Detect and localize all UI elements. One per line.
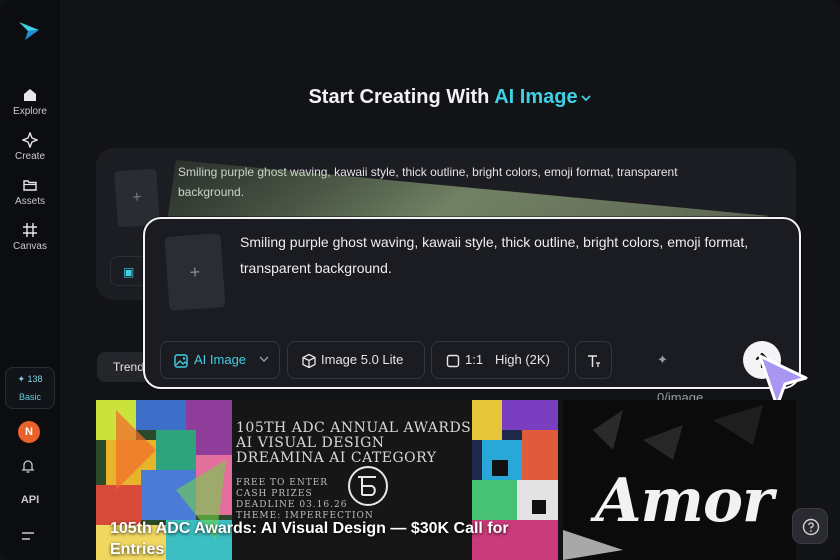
- logo-icon[interactable]: [17, 18, 41, 42]
- chevron-down-icon[interactable]: [580, 93, 592, 103]
- help-button[interactable]: [792, 508, 828, 544]
- page-title: Start Creating With AI Image: [60, 86, 840, 109]
- bell-icon[interactable]: [20, 458, 36, 474]
- sparkle-icon: [22, 132, 38, 148]
- banner-line-3: DREAMINA AI CATEGORY: [236, 450, 437, 466]
- text-icon: [588, 355, 600, 367]
- banner-title: Amor: [595, 466, 774, 536]
- sidebar-item-explore[interactable]: Explore: [0, 87, 60, 117]
- banner-small-2: CASH PRIZES: [236, 489, 313, 499]
- amor-banner[interactable]: Amor: [563, 400, 796, 560]
- app-frame: Explore Create Assets Canvas ✦ 138 Basic…: [0, 0, 840, 560]
- type-select[interactable]: AI Image: [160, 341, 280, 379]
- quality-label: High (2K): [495, 352, 550, 367]
- text-format-button[interactable]: [575, 341, 612, 379]
- sidebar-item-label: Assets: [14, 196, 45, 207]
- prompt-card-zoomed: + Smiling purple ghost waving, kawaii st…: [143, 217, 801, 405]
- prompt-text-original: Smiling purple ghost waving, kawaii styl…: [178, 165, 678, 199]
- avatar[interactable]: N: [18, 421, 40, 443]
- chevron-down-icon: [259, 356, 269, 362]
- menu-icon[interactable]: [21, 530, 37, 542]
- sidebar-item-canvas[interactable]: Canvas: [0, 222, 60, 252]
- sidebar: Explore Create Assets Canvas ✦ 138 Basic…: [0, 0, 60, 560]
- credits-badge[interactable]: ✦ 138 Basic: [5, 367, 55, 409]
- banner-line-2: AI VISUAL DESIGN: [236, 435, 385, 451]
- sidebar-item-create[interactable]: Create: [0, 132, 60, 162]
- prompt-input[interactable]: Smiling purple ghost waving, kawaii styl…: [240, 229, 760, 281]
- sidebar-item-label: Canvas: [13, 241, 47, 252]
- model-label: Image 5.0 Lite: [321, 352, 404, 367]
- cost-per-image: ✦ 0/image: [657, 352, 704, 405]
- question-icon: [802, 518, 820, 536]
- model-select[interactable]: Image 5.0 Lite: [287, 341, 425, 379]
- banner-line-1: 105TH ADC ANNUAL AWARDS: [236, 420, 472, 436]
- api-link[interactable]: API: [0, 494, 60, 506]
- banner-small-3: DEADLINE 03.16.26: [236, 500, 348, 510]
- image-icon: [174, 354, 188, 368]
- adc-logo-icon: [348, 466, 388, 506]
- sidebar-item-assets[interactable]: Assets: [0, 177, 60, 207]
- reference-image-upload[interactable]: +: [164, 233, 226, 311]
- title-accent-dropdown[interactable]: AI Image: [494, 86, 577, 108]
- plan-label: Basic: [18, 392, 41, 402]
- home-icon: [24, 89, 36, 101]
- ratio-label: 1:1: [465, 352, 484, 367]
- image-icon: ▣: [123, 265, 135, 279]
- canvas-icon: [23, 223, 37, 237]
- square-ratio-icon: [446, 354, 460, 368]
- banner-caption: 105th ADC Awards: AI Visual Design — $30…: [110, 520, 509, 558]
- folder-icon: [23, 180, 37, 191]
- sidebar-item-label: Explore: [13, 106, 47, 117]
- credits-value: ✦ 138: [17, 374, 43, 384]
- banner-small-1: FREE TO ENTER: [236, 478, 329, 488]
- sidebar-item-label: Create: [14, 151, 45, 162]
- aspect-quality-select[interactable]: 1:1 High (2K): [431, 341, 569, 379]
- type-label: AI Image: [194, 352, 247, 367]
- title-prefix: Start Creating With: [308, 86, 495, 108]
- cube-icon: [302, 353, 316, 369]
